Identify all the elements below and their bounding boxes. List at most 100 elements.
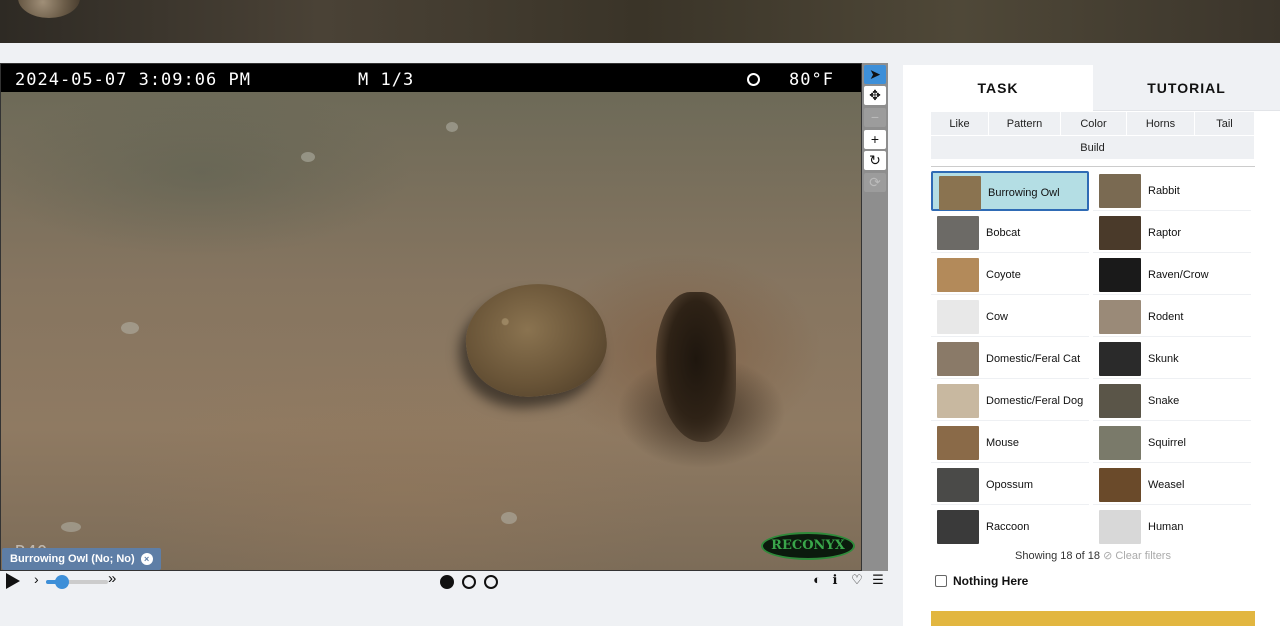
pointer-tool-icon[interactable]: ➤ [864,65,886,84]
choice-label: Domestic/Feral Dog [986,394,1084,407]
project-logo[interactable] [18,0,80,18]
faster-icon[interactable]: » [108,570,116,587]
reconyx-text: RECONYX [771,538,845,553]
choice-label: Mouse [986,436,1020,449]
scene-stone [446,122,458,132]
choice-cow[interactable]: Cow [931,297,1089,337]
choice-thumbnail [1099,300,1141,334]
choice-thumbnail [937,342,979,376]
choice-raccoon[interactable]: Raccoon [931,507,1089,545]
speed-slider[interactable] [46,575,108,589]
task-panel: TASK TUTORIAL Like Pattern Color Horns T… [903,65,1280,626]
choice-label: Bobcat [986,226,1021,239]
choice-bobcat[interactable]: Bobcat [931,213,1089,253]
moon-phase-icon [747,73,760,86]
choice-thumbnail [1099,426,1141,460]
zoom-out-icon[interactable]: − [864,108,886,127]
annotation-tag[interactable]: Burrowing Owl (No; No) × [2,548,161,570]
camera-trap-image[interactable]: R40 RECONYX [1,92,861,570]
choice-thumbnail [939,176,981,210]
choice-thumbnail [937,384,979,418]
tab-task[interactable]: TASK [903,65,1093,111]
subject-viewer[interactable]: 2024-05-07 3:09:06 PM M 1/3 80°F R40 REC… [0,63,862,571]
choice-thumbnail [1099,468,1141,502]
favorite-icon[interactable]: ♡ [849,572,865,588]
choice-thumbnail [937,468,979,502]
choice-raptor[interactable]: Raptor [1093,213,1251,253]
rotate-icon[interactable]: ↻ [864,151,886,170]
speed-slider-handle[interactable] [54,575,69,589]
move-tool-icon[interactable]: ✥ [864,86,886,105]
play-icon[interactable] [6,573,20,589]
filter-like[interactable]: Like [931,112,989,136]
choice-count: Showing 18 of 18 ⊘ Clear filters [931,549,1255,562]
filter-tail[interactable]: Tail [1195,112,1255,136]
choice-burrowing-owl[interactable]: Burrowing Owl [931,171,1089,211]
slower-icon[interactable]: › [34,571,39,587]
zoom-in-icon[interactable]: + [864,130,886,149]
showing-count: Showing 18 of 18 [1015,550,1101,562]
choice-raven-crow[interactable]: Raven/Crow [1093,255,1251,295]
scene-stone [121,322,139,334]
choice-snake[interactable]: Snake [1093,381,1251,421]
choice-rabbit[interactable]: Rabbit [1093,171,1251,211]
choice-thumbnail [1099,216,1141,250]
panel-tabs: TASK TUTORIAL [903,65,1280,111]
choice-thumbnail [937,258,979,292]
choice-thumbnail [1099,174,1141,208]
site-header [0,0,1280,43]
choice-weasel[interactable]: Weasel [1093,465,1251,505]
done-button[interactable] [931,611,1255,626]
remove-annotation-icon[interactable]: × [140,553,153,565]
choice-squirrel[interactable]: Squirrel [1093,423,1251,463]
choice-rodent[interactable]: Rodent [1093,297,1251,337]
choice-label: Skunk [1148,352,1179,365]
header-spacer [0,43,1280,63]
scene-stone [501,512,517,524]
nothing-here-label: Nothing Here [953,574,1029,588]
choice-label: Rodent [1148,310,1184,323]
scene-stone [301,152,315,162]
filter-build[interactable]: Build [931,136,1255,160]
choice-label: Raccoon [986,520,1030,533]
choice-label: Rabbit [1148,184,1180,197]
clear-filters-link[interactable]: ⊘ Clear filters [1103,550,1171,562]
nothing-here-option[interactable]: Nothing Here [935,574,1028,588]
choice-label: Cow [986,310,1009,323]
choice-label: Raven/Crow [1148,268,1209,281]
choice-thumbnail [937,426,979,460]
filter-color[interactable]: Color [1061,112,1127,136]
info-icon[interactable]: ℹ [827,572,843,588]
camera-sequence: M 1/3 [358,70,415,90]
choice-domestic-feral-dog[interactable]: Domestic/Feral Dog [931,381,1089,421]
camera-timestamp: 2024-05-07 3:09:06 PM [15,70,251,90]
camera-info-strip: 2024-05-07 3:09:06 PM M 1/3 80°F [1,64,861,92]
burrowing-owl-subject [458,274,614,406]
choice-opossum[interactable]: Opossum [931,465,1089,505]
choice-thumbnail [1099,510,1141,544]
choice-human[interactable]: Human [1093,507,1251,545]
choice-thumbnail [937,300,979,334]
choice-thumbnail [1099,342,1141,376]
frame-dot-1[interactable] [440,575,454,589]
choice-label: Weasel [1148,478,1185,491]
choice-label: Snake [1148,394,1180,407]
choice-coyote[interactable]: Coyote [931,255,1089,295]
scene-stone [61,522,81,532]
nothing-here-checkbox[interactable] [935,575,947,587]
choice-label: Burrowing Owl [988,186,1060,199]
filter-pattern[interactable]: Pattern [989,112,1061,136]
frame-dot-3[interactable] [484,575,498,589]
reset-icon[interactable]: ⟳ [864,173,886,192]
tab-tutorial[interactable]: TUTORIAL [1093,65,1280,111]
filter-horns[interactable]: Horns [1127,112,1195,136]
choice-label: Human [1148,520,1184,533]
choice-mouse[interactable]: Mouse [931,423,1089,463]
choice-domestic-feral-cat[interactable]: Domestic/Feral Cat [931,339,1089,379]
burrow-hole [656,292,736,442]
collections-icon[interactable]: ☰ [870,572,886,588]
species-choice-grid: Burrowing Owl Rabbit Bobcat Raptor Coyote Rav… [931,171,1255,545]
choice-skunk[interactable]: Skunk [1093,339,1251,379]
frame-dot-2[interactable] [462,575,476,589]
invert-icon[interactable]: ◐ [809,572,825,588]
